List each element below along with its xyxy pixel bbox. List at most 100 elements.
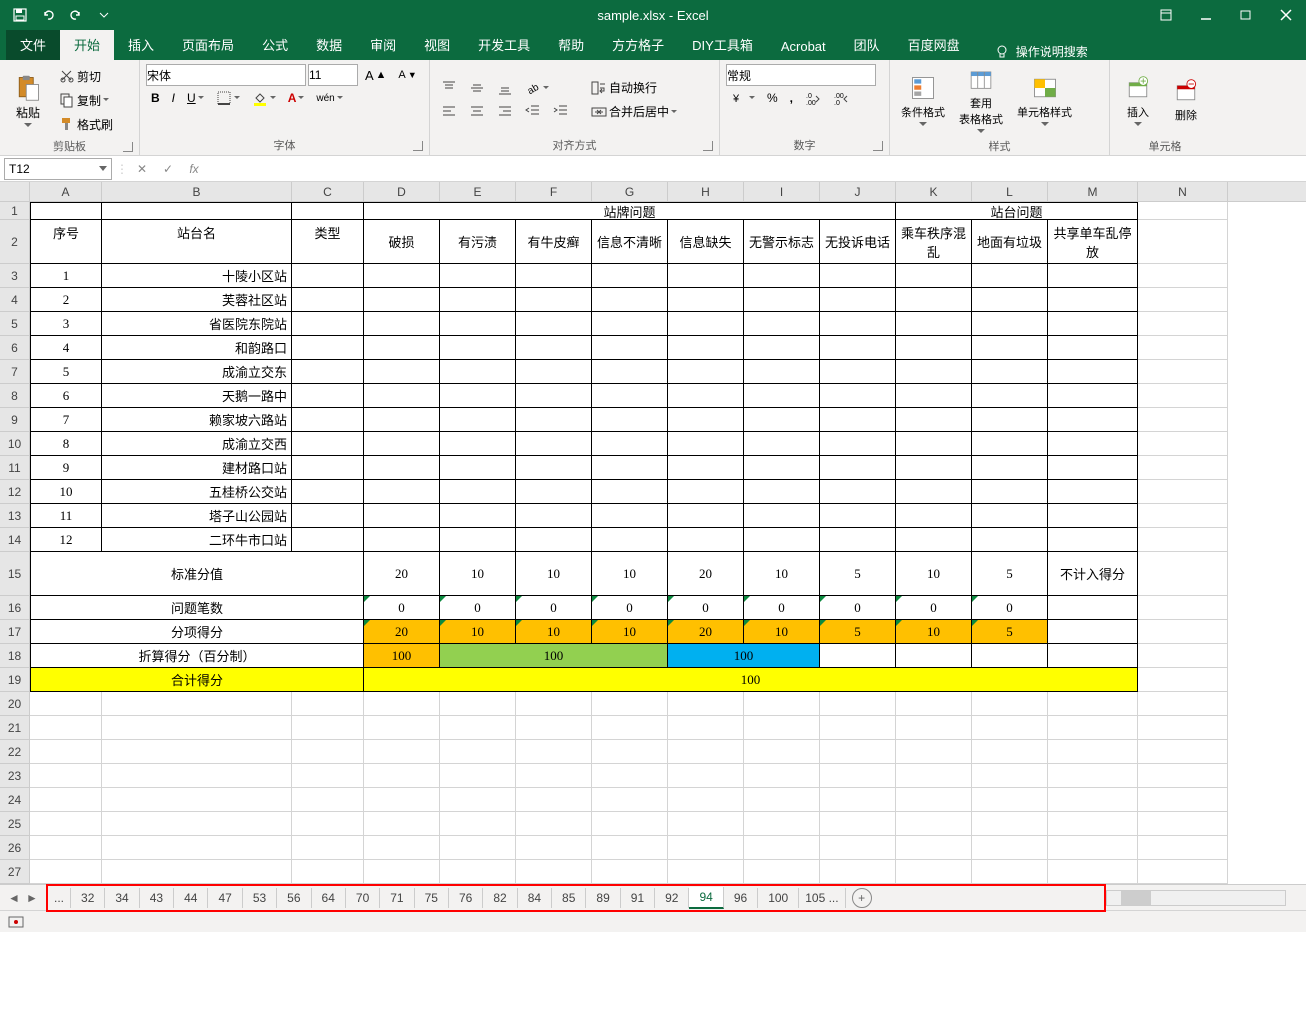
- cell[interactable]: 无投诉电话: [820, 220, 896, 264]
- cell[interactable]: 100: [440, 644, 668, 668]
- font-size-select[interactable]: [308, 64, 358, 86]
- cell[interactable]: [364, 860, 440, 884]
- cell[interactable]: [592, 716, 668, 740]
- cell[interactable]: [896, 812, 972, 836]
- row-header-8[interactable]: 8: [0, 384, 30, 408]
- row-header-23[interactable]: 23: [0, 764, 30, 788]
- sheet-tab-43[interactable]: 43: [140, 888, 174, 908]
- cell[interactable]: 100: [668, 644, 820, 668]
- cell[interactable]: [516, 312, 592, 336]
- col-header-D[interactable]: D: [364, 182, 440, 201]
- cell[interactable]: 无警示标志: [744, 220, 820, 264]
- cell[interactable]: [30, 692, 102, 716]
- cell[interactable]: 五桂桥公交站: [102, 480, 292, 504]
- cell[interactable]: [102, 836, 292, 860]
- cell[interactable]: 9: [30, 456, 102, 480]
- sheet-tab-56[interactable]: 56: [277, 888, 311, 908]
- font-name-select[interactable]: [146, 64, 306, 86]
- row-header-26[interactable]: 26: [0, 836, 30, 860]
- cell[interactable]: 8: [30, 432, 102, 456]
- cell[interactable]: 10: [744, 552, 820, 596]
- cell[interactable]: [668, 384, 744, 408]
- cell[interactable]: [820, 528, 896, 552]
- cell[interactable]: [440, 456, 516, 480]
- cell[interactable]: [1138, 764, 1228, 788]
- cell[interactable]: [1138, 202, 1228, 220]
- cell[interactable]: 天鹅一路中: [102, 384, 292, 408]
- sheet-tab-71[interactable]: 71: [380, 888, 414, 908]
- sheet-tab-85[interactable]: 85: [552, 888, 586, 908]
- row-header-13[interactable]: 13: [0, 504, 30, 528]
- cell[interactable]: 折算得分（百分制）: [30, 644, 364, 668]
- cell[interactable]: [1048, 740, 1138, 764]
- cell[interactable]: [896, 644, 972, 668]
- tab-home[interactable]: 开始: [60, 29, 114, 60]
- cell[interactable]: 序号: [30, 202, 102, 264]
- cell[interactable]: [364, 264, 440, 288]
- cell[interactable]: [668, 264, 744, 288]
- cell[interactable]: [744, 456, 820, 480]
- cell[interactable]: 2: [30, 288, 102, 312]
- cell[interactable]: [30, 836, 102, 860]
- cell[interactable]: [1048, 644, 1138, 668]
- cell[interactable]: [516, 836, 592, 860]
- cell[interactable]: 5: [820, 552, 896, 596]
- record-macro-icon[interactable]: [8, 916, 24, 928]
- cell[interactable]: [896, 312, 972, 336]
- maximize-button[interactable]: [1226, 0, 1266, 30]
- decrease-decimal-button[interactable]: .00.0: [828, 87, 854, 109]
- underline-button[interactable]: U: [182, 87, 209, 109]
- cell[interactable]: [292, 336, 364, 360]
- cell[interactable]: 20: [668, 620, 744, 644]
- cell[interactable]: [516, 716, 592, 740]
- sheet-tab-94[interactable]: 94: [689, 887, 723, 909]
- cell[interactable]: 11: [30, 504, 102, 528]
- cell[interactable]: [30, 860, 102, 884]
- cell[interactable]: 6: [30, 384, 102, 408]
- cell[interactable]: [1138, 836, 1228, 860]
- cell[interactable]: [440, 432, 516, 456]
- cell[interactable]: [744, 336, 820, 360]
- row-header-14[interactable]: 14: [0, 528, 30, 552]
- minimize-button[interactable]: [1186, 0, 1226, 30]
- cell[interactable]: [668, 740, 744, 764]
- cell[interactable]: [668, 456, 744, 480]
- cell[interactable]: [516, 384, 592, 408]
- cell[interactable]: 和韵路口: [102, 336, 292, 360]
- cell[interactable]: [668, 716, 744, 740]
- align-bottom-button[interactable]: [492, 77, 518, 99]
- tab-acrobat[interactable]: Acrobat: [767, 33, 840, 60]
- format-table-button[interactable]: 套用 表格格式: [954, 64, 1008, 136]
- row-header-10[interactable]: 10: [0, 432, 30, 456]
- sheet-tab-105 ...[interactable]: 105 ...: [799, 888, 845, 908]
- cell[interactable]: [440, 360, 516, 384]
- cell[interactable]: [744, 788, 820, 812]
- cell[interactable]: 合计得分: [30, 668, 364, 692]
- cell[interactable]: [1138, 620, 1228, 644]
- cell[interactable]: [896, 432, 972, 456]
- cell[interactable]: 5: [30, 360, 102, 384]
- cell[interactable]: [364, 312, 440, 336]
- cell[interactable]: [744, 432, 820, 456]
- cell[interactable]: [668, 764, 744, 788]
- cell[interactable]: [592, 288, 668, 312]
- cell[interactable]: [592, 788, 668, 812]
- cell[interactable]: [972, 384, 1048, 408]
- cell[interactable]: 5: [972, 552, 1048, 596]
- cut-button[interactable]: 剪切: [54, 65, 118, 88]
- qat-customize[interactable]: [92, 3, 116, 27]
- cell[interactable]: [896, 740, 972, 764]
- sheet-tab-89[interactable]: 89: [586, 888, 620, 908]
- cell[interactable]: [744, 860, 820, 884]
- cell[interactable]: 10: [896, 620, 972, 644]
- cell[interactable]: [820, 716, 896, 740]
- cell[interactable]: [516, 480, 592, 504]
- cell[interactable]: [364, 384, 440, 408]
- cell[interactable]: [972, 716, 1048, 740]
- cell[interactable]: [896, 836, 972, 860]
- cell[interactable]: [364, 764, 440, 788]
- cell[interactable]: [1048, 432, 1138, 456]
- row-header-11[interactable]: 11: [0, 456, 30, 480]
- cell[interactable]: [292, 836, 364, 860]
- redo-button[interactable]: [64, 3, 88, 27]
